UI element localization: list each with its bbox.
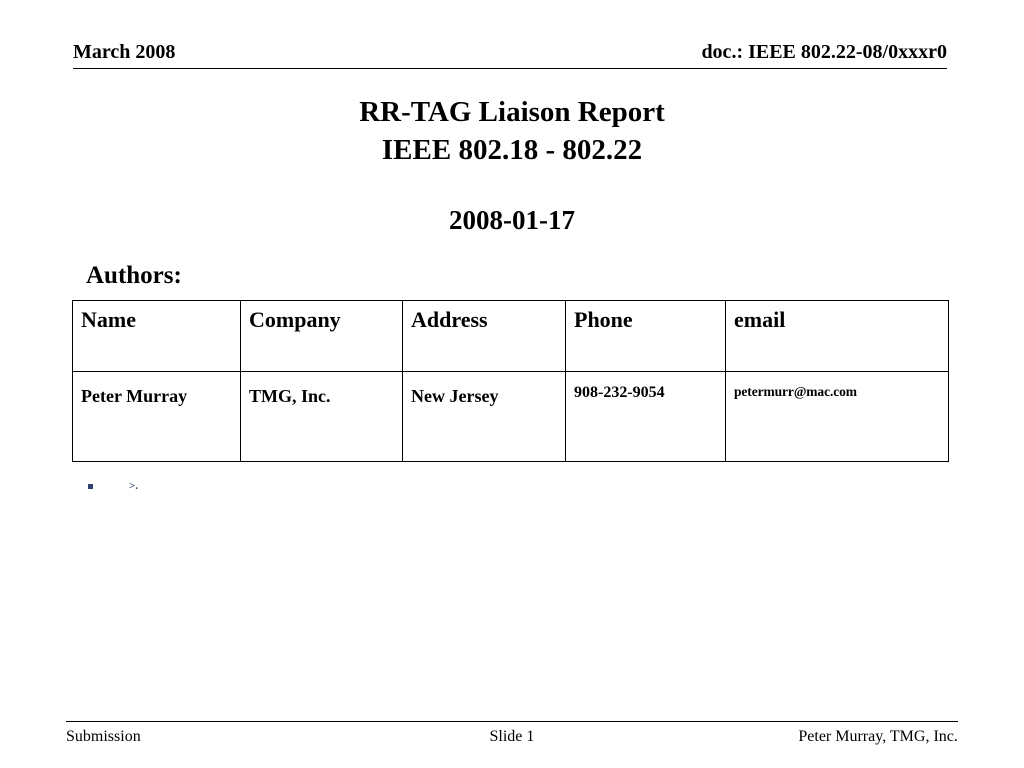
header-date: March 2008 xyxy=(73,41,176,63)
cell-phone: 908-232-9054 xyxy=(565,371,726,462)
footer-slide-number: Slide 1 xyxy=(489,728,535,745)
body-content: >. xyxy=(88,478,908,494)
slide-header: March 2008 doc.: IEEE 802.22-08/0xxxr0 xyxy=(73,40,947,70)
cell-name: Peter Murray xyxy=(72,371,241,462)
table-row: Peter Murray TMG, Inc. New Jersey 908-23… xyxy=(72,371,949,462)
slide-canvas: March 2008 doc.: IEEE 802.22-08/0xxxr0 R… xyxy=(0,0,1024,768)
footer-author: Peter Murray, TMG, Inc. xyxy=(798,728,958,745)
table-header-row: Name Company Address Phone email xyxy=(72,300,949,372)
title-line-2: IEEE 802.18 - 802.22 xyxy=(381,134,643,166)
slide-subtitle-date: 2008-01-17 xyxy=(449,205,575,235)
header-divider xyxy=(73,68,947,69)
title-line-1: RR-TAG Liaison Report xyxy=(359,96,665,128)
column-header-phone: Phone xyxy=(565,300,726,372)
cell-address: New Jersey xyxy=(402,371,566,462)
authors-label: Authors: xyxy=(86,262,182,289)
header-document-id: doc.: IEEE 802.22-08/0xxxr0 xyxy=(701,41,947,63)
column-header-address: Address xyxy=(402,300,566,372)
footer-divider xyxy=(66,721,958,722)
slide-footer: Submission Slide 1 Peter Murray, TMG, In… xyxy=(66,727,958,751)
column-header-name: Name xyxy=(72,300,241,372)
list-item: >. xyxy=(88,478,908,494)
bullet-text: >. xyxy=(129,479,139,492)
footer-submission-label: Submission xyxy=(66,728,141,745)
square-bullet-icon xyxy=(88,483,93,489)
column-header-email: email xyxy=(725,300,949,372)
cell-email: petermurr@mac.com xyxy=(725,371,949,462)
cell-company: TMG, Inc. xyxy=(240,371,403,462)
column-header-company: Company xyxy=(240,300,403,372)
authors-table: Name Company Address Phone email Peter M… xyxy=(72,300,949,462)
slide-title: RR-TAG Liaison Report IEEE 802.18 - 802.… xyxy=(100,93,924,169)
